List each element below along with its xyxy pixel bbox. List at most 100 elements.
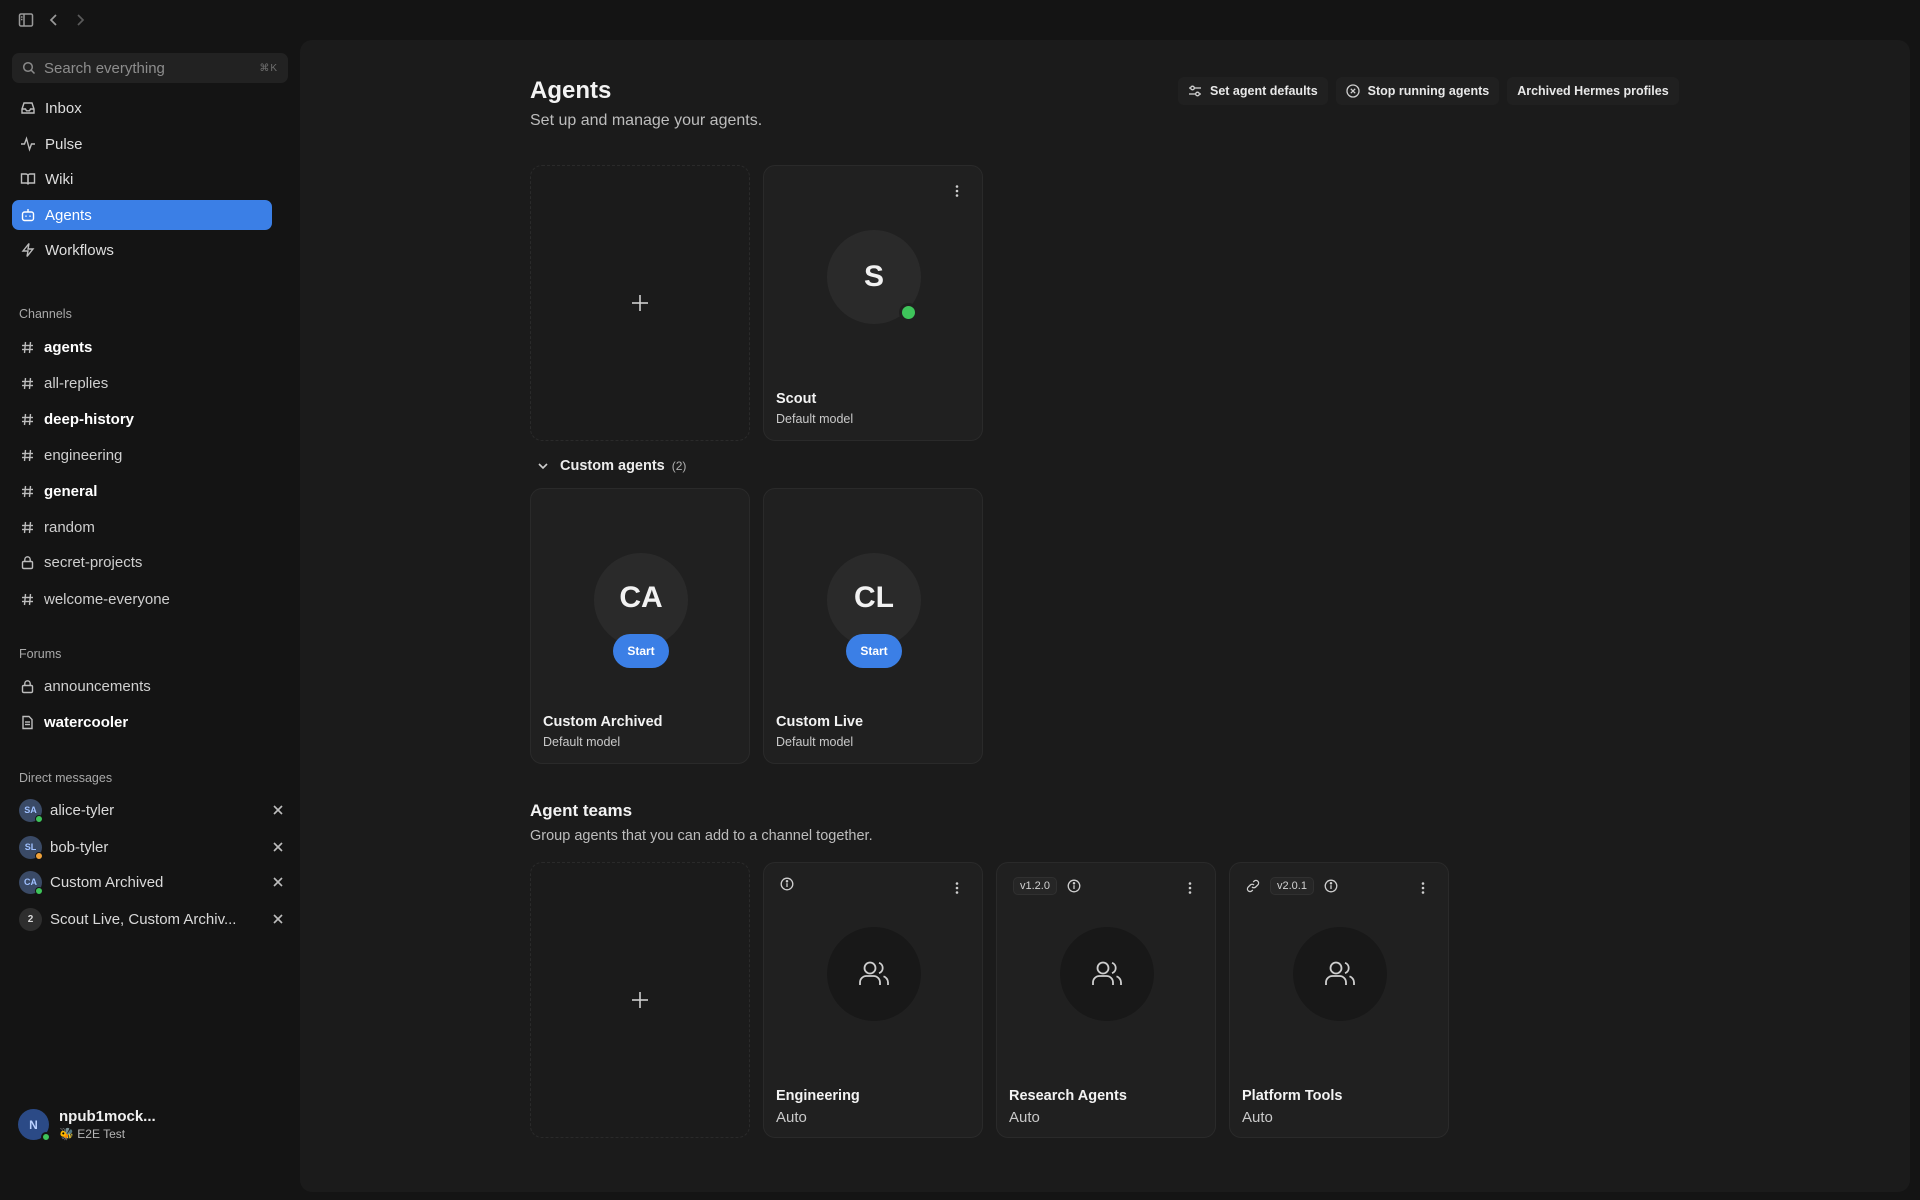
users-icon <box>1293 927 1387 1021</box>
button-label: Stop running agents <box>1367 84 1490 98</box>
nav-label: Wiki <box>45 170 74 188</box>
agent-card-scout[interactable]: S Scout Default model <box>763 165 983 441</box>
channel-welcome-everyone[interactable]: welcome-everyone <box>12 584 272 614</box>
search-input[interactable]: Search everything ⌘K <box>12 53 288 83</box>
avatar-initials: N <box>29 1117 38 1132</box>
agent-card-custom-live[interactable]: CL Start Custom Live Default model <box>763 488 983 764</box>
hash-icon <box>20 520 35 535</box>
button-label: Archived Hermes profiles <box>1517 84 1669 98</box>
info-icon[interactable] <box>780 877 794 891</box>
nav-agents[interactable]: Agents <box>12 200 272 230</box>
channel-random[interactable]: random <box>12 512 272 542</box>
channel-label: random <box>44 518 95 536</box>
dm-group[interactable]: 2 Scout Live, Custom Archiv... <box>12 904 297 934</box>
current-user[interactable]: N npub1mock... 🐝 E2E Test <box>18 1108 156 1142</box>
more-vertical-icon[interactable] <box>950 184 964 198</box>
stop-running-agents-button[interactable]: Stop running agents <box>1335 77 1500 105</box>
channel-secret-projects[interactable]: secret-projects <box>12 547 272 577</box>
info-icon[interactable] <box>1067 879 1081 893</box>
agent-name: Custom Archived <box>543 714 663 730</box>
online-status-dot <box>899 303 918 322</box>
button-label: Set agent defaults <box>1210 84 1318 98</box>
plus-icon <box>629 292 651 314</box>
nav-inbox[interactable]: Inbox <box>12 93 272 123</box>
sidebar: Search everything ⌘K Inbox Pulse Wiki Ag… <box>0 40 300 1200</box>
channel-general[interactable]: general <box>12 476 272 506</box>
avatar: CA <box>19 870 43 895</box>
team-card-header <box>780 877 794 891</box>
channel-label: general <box>44 482 98 500</box>
agent-card-custom-archived[interactable]: CA Start Custom Archived Default model <box>530 488 750 764</box>
agent-name: Scout <box>776 391 817 407</box>
page-title: Agents <box>530 77 612 104</box>
agent-model: Default model <box>543 735 621 749</box>
dm-alice-tyler[interactable]: SA alice-tyler <box>12 795 297 825</box>
channel-label: agents <box>44 338 93 356</box>
search-icon <box>22 61 36 75</box>
close-icon[interactable] <box>271 840 285 854</box>
start-button[interactable]: Start <box>846 634 902 668</box>
away-status-dot <box>35 851 43 860</box>
forward-arrow-icon[interactable] <box>71 11 89 29</box>
add-team-card[interactable] <box>530 862 750 1138</box>
archived-hermes-profiles-button[interactable]: Archived Hermes profiles <box>1507 77 1679 105</box>
back-arrow-icon[interactable] <box>45 11 63 29</box>
dm-custom-archived[interactable]: CA Custom Archived <box>12 867 297 897</box>
document-icon <box>20 715 35 730</box>
online-status-dot <box>35 886 43 895</box>
channel-agents[interactable]: agents <box>12 332 272 362</box>
avatar-initials: CA <box>24 877 37 887</box>
close-icon[interactable] <box>271 912 285 926</box>
forum-announcements[interactable]: announcements <box>12 671 272 701</box>
avatar-initials: SA <box>24 805 37 815</box>
team-card-engineering[interactable]: Engineering Auto <box>763 862 983 1138</box>
agent-name: Custom Live <box>776 714 864 730</box>
set-agent-defaults-button[interactable]: Set agent defaults <box>1178 77 1328 105</box>
search-placeholder: Search everything <box>44 59 165 77</box>
channel-deep-history[interactable]: deep-history <box>12 404 272 434</box>
agent-teams-title: Agent teams <box>530 801 633 820</box>
nav-label: Inbox <box>45 99 82 117</box>
hash-icon <box>20 340 35 355</box>
search-shortcut: ⌘K <box>259 62 278 74</box>
forum-watercooler[interactable]: watercooler <box>12 707 272 737</box>
team-card-research-agents[interactable]: v1.2.0 Research Agents Auto <box>996 862 1216 1138</box>
start-button[interactable]: Start <box>613 634 669 668</box>
channel-label: deep-history <box>44 410 135 428</box>
more-vertical-icon[interactable] <box>1183 881 1197 895</box>
team-card-header: v2.0.1 <box>1246 877 1338 895</box>
team-card-platform-tools[interactable]: v2.0.1 Platform Tools Auto <box>1229 862 1449 1138</box>
close-icon[interactable] <box>271 875 285 889</box>
close-icon[interactable] <box>271 803 285 817</box>
nav-pulse[interactable]: Pulse <box>12 129 272 159</box>
activity-icon <box>20 136 36 152</box>
custom-agents-toggle[interactable]: Custom agents (2) <box>536 458 686 474</box>
channels-heading: Channels <box>19 307 72 321</box>
nav-wiki[interactable]: Wiki <box>12 164 272 194</box>
hash-icon <box>20 592 35 607</box>
sidebar-toggle-icon[interactable] <box>17 11 35 29</box>
users-icon <box>1060 927 1154 1021</box>
chevron-down-icon <box>536 459 550 473</box>
info-icon[interactable] <box>1324 879 1338 893</box>
nav-label: Workflows <box>45 241 114 259</box>
bot-icon <box>20 207 36 223</box>
users-icon <box>827 927 921 1021</box>
channel-label: all-replies <box>44 374 109 392</box>
forums-heading: Forums <box>19 647 62 661</box>
agent-model: Default model <box>776 412 854 426</box>
dm-label: Custom Archived <box>50 873 164 891</box>
add-agent-card[interactable] <box>530 165 750 441</box>
sliders-icon <box>1188 84 1202 98</box>
more-vertical-icon[interactable] <box>1416 881 1430 895</box>
channel-all-replies[interactable]: all-replies <box>12 368 272 398</box>
hash-icon <box>20 376 35 391</box>
hash-icon <box>20 412 35 427</box>
more-vertical-icon[interactable] <box>950 881 964 895</box>
avatar: N <box>18 1109 51 1142</box>
channel-engineering[interactable]: engineering <box>12 440 272 470</box>
agent-avatar: CA <box>594 553 688 647</box>
dm-bob-tyler[interactable]: SL bob-tyler <box>12 832 297 862</box>
nav-workflows[interactable]: Workflows <box>12 235 272 265</box>
plus-icon <box>629 989 651 1011</box>
